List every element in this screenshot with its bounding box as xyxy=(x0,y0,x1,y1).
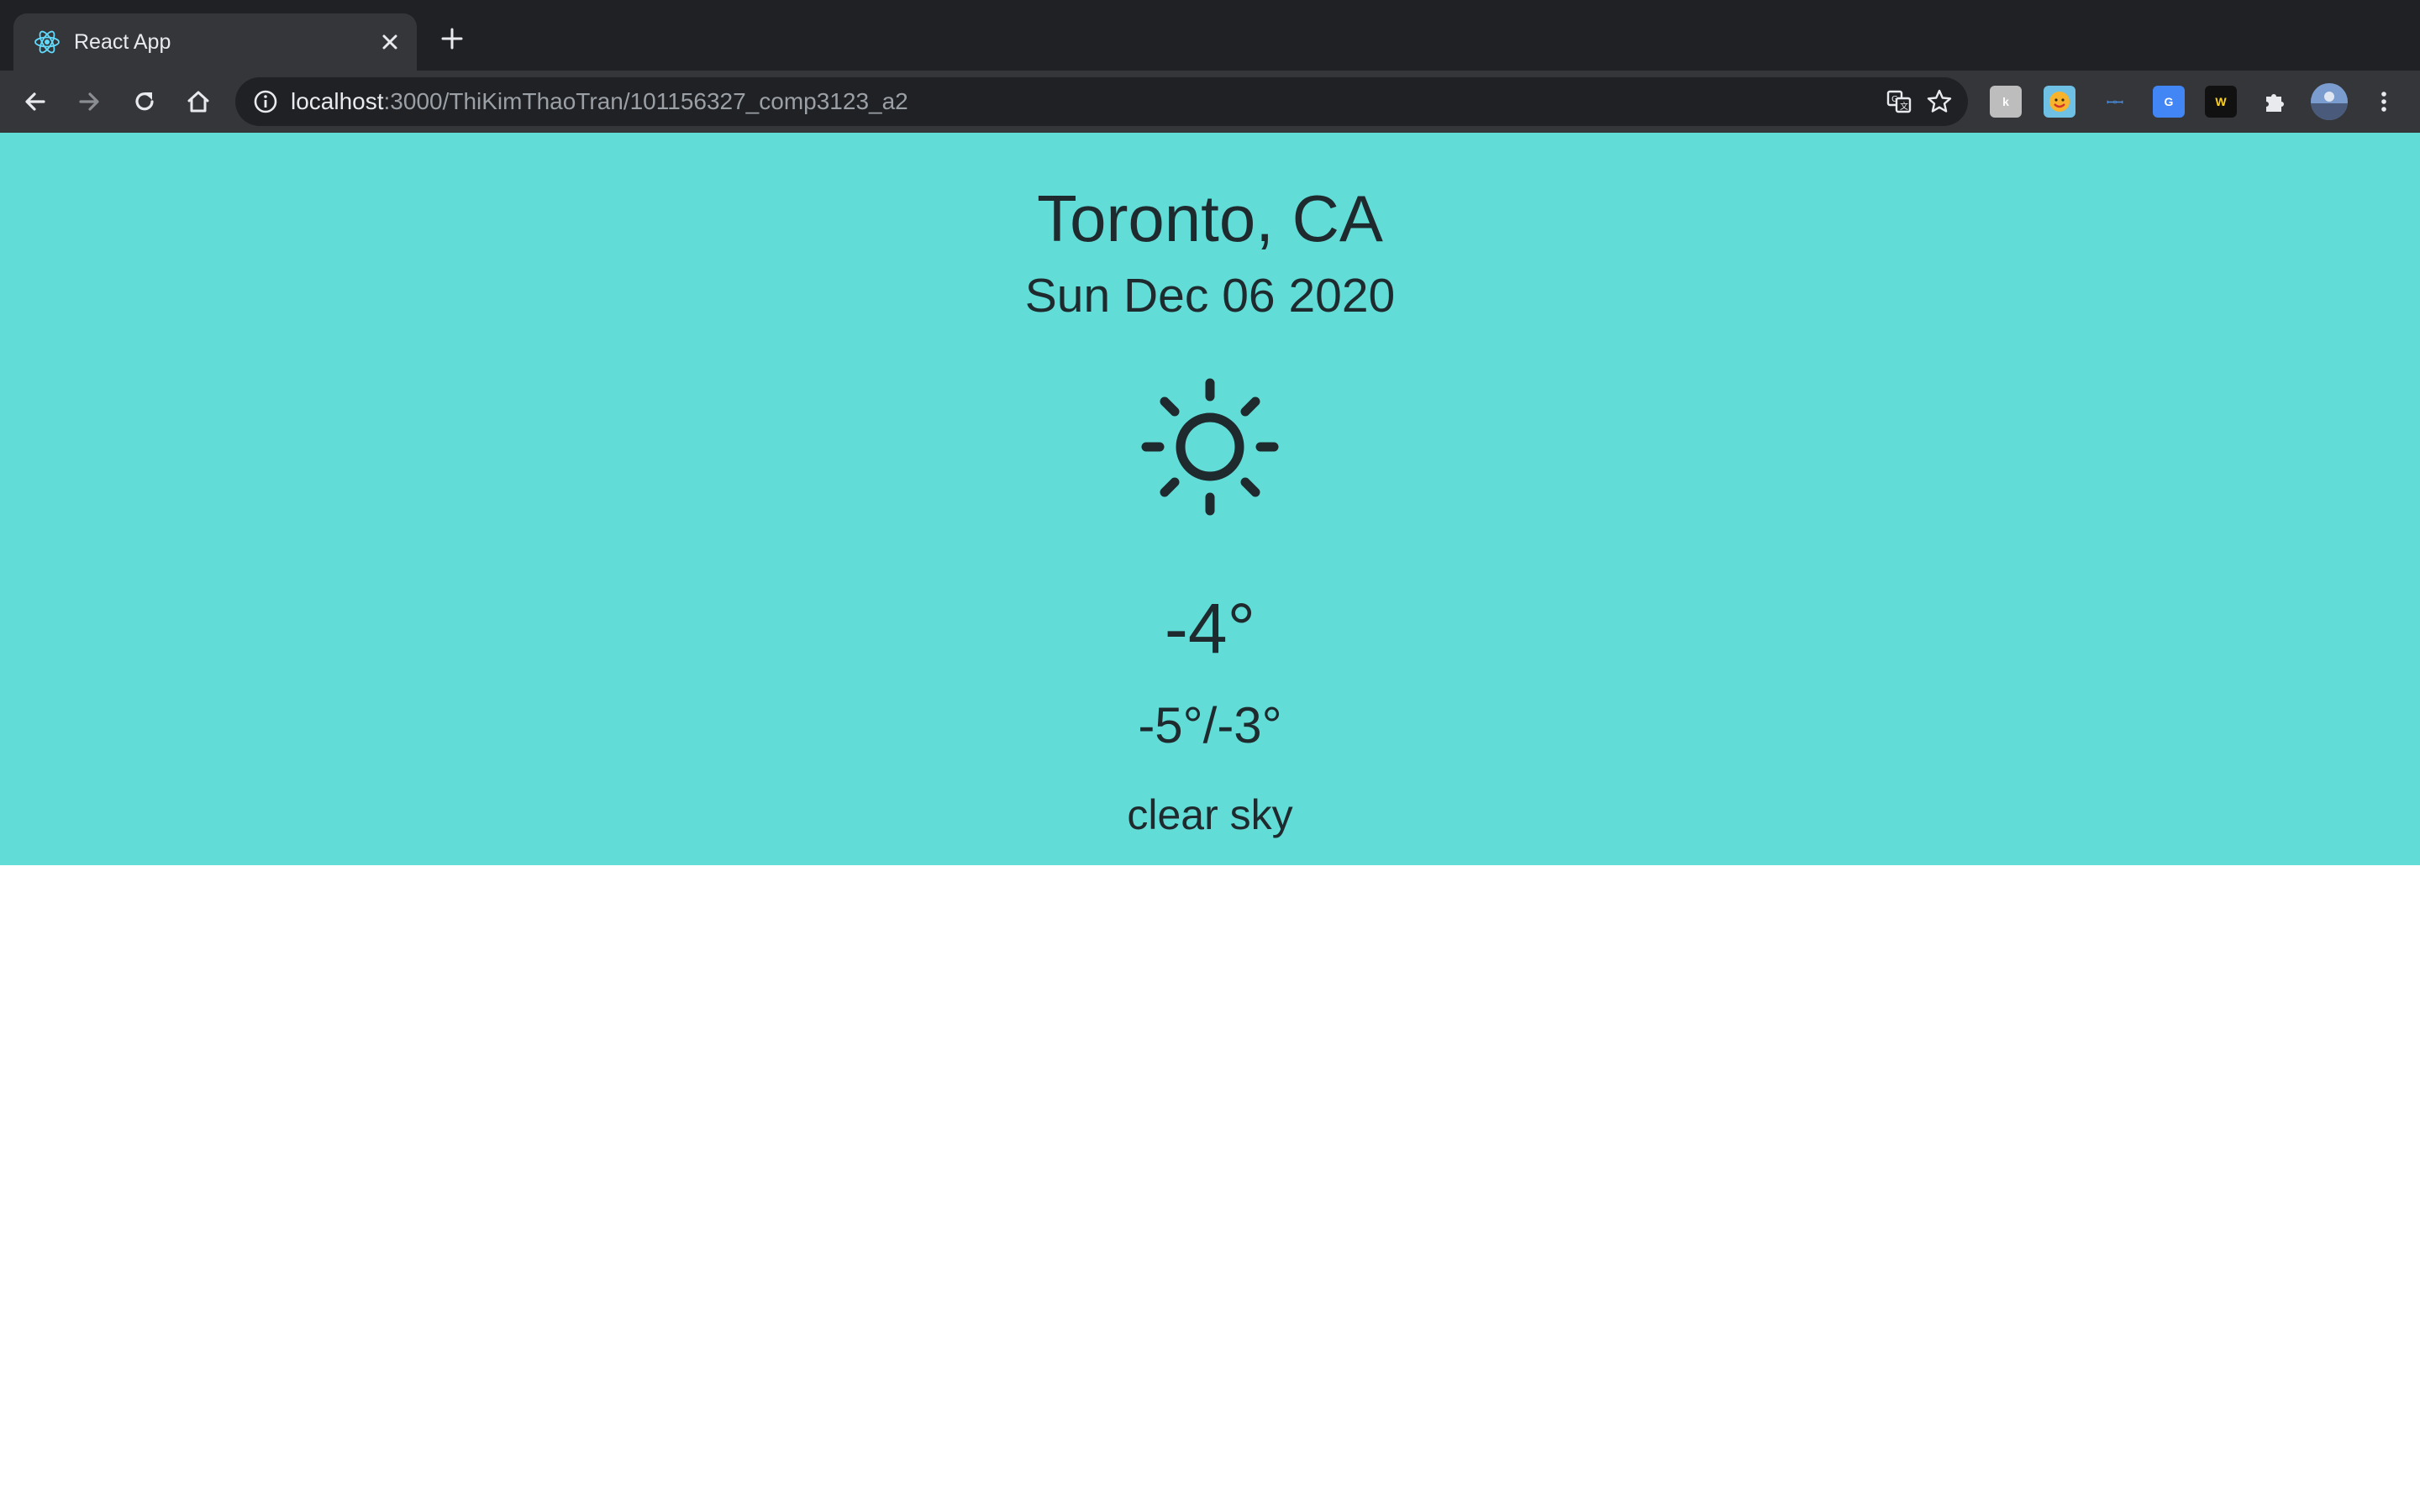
menu-button[interactable] xyxy=(2368,86,2400,118)
more-vert-icon xyxy=(2381,92,2386,112)
svg-text:G: G xyxy=(1891,95,1898,104)
star-icon xyxy=(1927,89,1952,113)
react-logo-icon xyxy=(34,30,60,54)
extension-face-icon[interactable] xyxy=(2044,86,2075,118)
arrow-left-icon xyxy=(25,92,45,111)
address-bar[interactable]: localhost:3000/ThiKimThaoTran/101156327_… xyxy=(235,77,1968,126)
sun-icon xyxy=(1141,378,1279,516)
url-host: localhost xyxy=(291,88,384,114)
avatar-icon xyxy=(2311,83,2348,120)
browser-toolbar: localhost:3000/ThiKimThaoTran/101156327_… xyxy=(0,71,2420,133)
puzzle-icon xyxy=(2266,94,2284,112)
city-name: Toronto, CA xyxy=(1037,181,1383,255)
back-button[interactable] xyxy=(18,85,52,118)
extension-label: ꟷꟷ xyxy=(2107,96,2123,108)
browser-tabstrip: React App xyxy=(0,0,2420,71)
weather-date: Sun Dec 06 2020 xyxy=(1024,269,1396,323)
extensions-button[interactable] xyxy=(2259,86,2291,118)
google-translate-extension-icon[interactable]: G xyxy=(2153,86,2185,118)
arrow-right-icon xyxy=(79,92,99,111)
translate-button[interactable]: G 文 xyxy=(1886,88,1912,115)
plus-icon xyxy=(441,28,463,50)
close-icon xyxy=(382,34,397,50)
extension-label: G xyxy=(2164,95,2174,108)
extension-w-icon[interactable]: W xyxy=(2205,86,2237,118)
reload-button[interactable] xyxy=(128,85,161,118)
close-tab-button[interactable] xyxy=(376,29,403,55)
current-temperature: -4° xyxy=(1164,589,1256,668)
face-icon xyxy=(2049,92,2070,112)
reload-icon xyxy=(135,92,154,111)
home-button[interactable] xyxy=(182,85,215,118)
url-text[interactable]: localhost:3000/ThiKimThaoTran/101156327_… xyxy=(291,77,908,126)
bookmark-button[interactable] xyxy=(1926,88,1953,115)
weather-card: Toronto, CA Sun Dec 06 2020 -4° -5°/-3° … xyxy=(0,133,2420,865)
profile-avatar[interactable] xyxy=(2311,83,2348,120)
translate-icon: G 文 xyxy=(1886,90,1912,113)
extension-label: W xyxy=(2215,95,2227,108)
info-icon[interactable] xyxy=(252,88,279,115)
min-max-temperature: -5°/-3° xyxy=(1138,697,1282,753)
weather-description: clear sky xyxy=(1127,791,1293,838)
home-icon xyxy=(187,91,209,113)
extension-bar-icon[interactable]: ꟷꟷ xyxy=(2096,86,2134,118)
extension-k-icon[interactable]: k xyxy=(1990,86,2022,118)
forward-button[interactable] xyxy=(72,85,106,118)
tab-title: React App xyxy=(74,30,171,54)
extension-label: k xyxy=(2002,95,2009,108)
new-tab-button[interactable] xyxy=(435,22,469,55)
url-path: :3000/ThiKimThaoTran/101156327_comp3123_… xyxy=(383,88,908,114)
svg-text:文: 文 xyxy=(1900,101,1908,112)
browser-tab[interactable]: React App xyxy=(13,13,417,71)
